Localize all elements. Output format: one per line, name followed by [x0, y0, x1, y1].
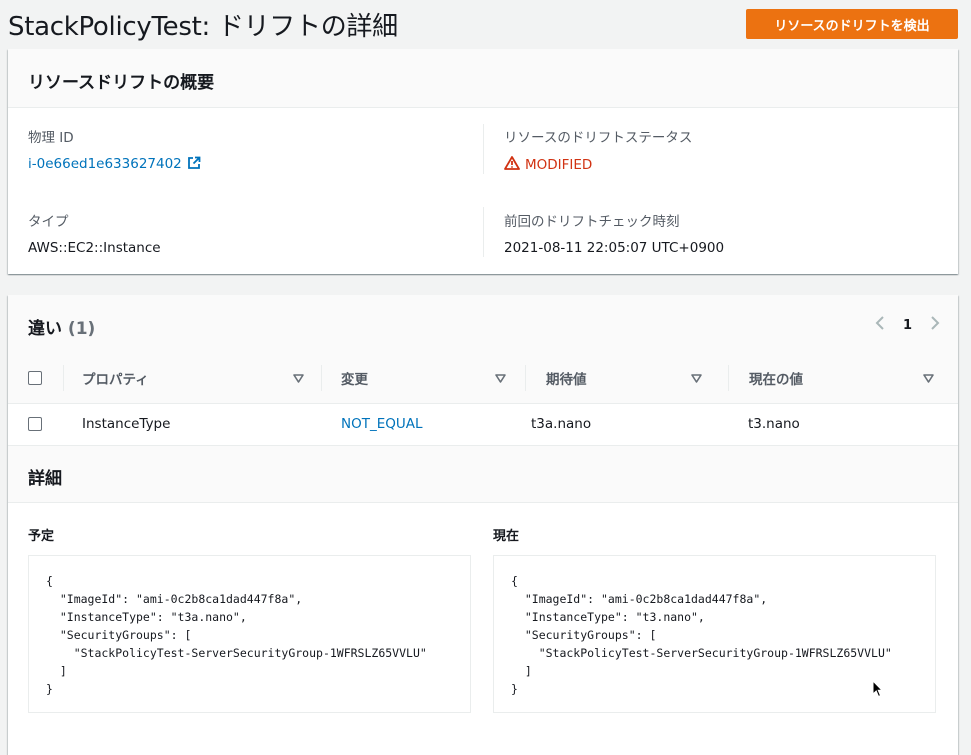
expected-label: 予定 [28, 529, 55, 544]
current-label: 現在 [493, 529, 520, 544]
column-header-change[interactable]: 変更 [341, 353, 516, 403]
select-all-checkbox[interactable] [28, 371, 42, 385]
details-title: 詳細 [28, 469, 62, 489]
type-label: タイプ [28, 214, 69, 230]
column-separator [321, 365, 322, 391]
differences-panel: 違い (1) 1 プロパティ 変更 期待値 現在の値 InstanceType … [8, 295, 958, 755]
last-check-label: 前回のドリフトチェック時刻 [504, 214, 680, 230]
column-header-expected[interactable]: 期待値 [546, 353, 712, 403]
overview-title: リソースドリフトの概要 [28, 73, 215, 93]
drift-status-label: リソースのドリフトステータス [504, 130, 693, 146]
cell-change: NOT_EQUAL [341, 403, 423, 445]
table-row[interactable]: InstanceType NOT_EQUAL t3a.nano t3.nano [8, 403, 958, 445]
differences-header: 違い (1) 1 [8, 295, 958, 354]
page-title: StackPolicyTest: ドリフトの詳細 [8, 12, 398, 42]
resource-drift-overview-panel: リソースドリフトの概要 物理 ID i-0e66ed1e633627402 リソ… [8, 49, 958, 274]
physical-id-link[interactable]: i-0e66ed1e633627402 [28, 156, 182, 172]
drift-status-field: リソースのドリフトステータス MODIFIED [504, 126, 692, 174]
column-separator [728, 365, 729, 391]
differences-title-text: 違い [28, 319, 62, 339]
sort-caret-icon[interactable] [293, 371, 304, 387]
expected-json-block: { "ImageId": "ami-0c2b8ca1dad447f8a", "I… [28, 555, 471, 713]
row-checkbox[interactable] [28, 417, 42, 431]
table-header: プロパティ 変更 期待値 現在の値 [8, 353, 958, 404]
cell-property: InstanceType [82, 416, 171, 432]
page-number[interactable]: 1 [903, 318, 912, 333]
sort-caret-icon[interactable] [691, 371, 702, 387]
drift-status-value: MODIFIED [504, 156, 692, 174]
sort-caret-icon[interactable] [923, 371, 934, 387]
column-header-change-label: 変更 [341, 372, 368, 388]
column-divider [483, 124, 484, 174]
column-divider [483, 207, 484, 257]
column-header-property-label: プロパティ [82, 372, 149, 388]
column-header-expected-label: 期待値 [546, 372, 587, 388]
last-check-value: 2021-08-11 22:05:07 UTC+0900 [504, 240, 725, 256]
chevron-left-icon[interactable] [875, 315, 885, 335]
current-json-block: { "ImageId": "ami-0c2b8ca1dad447f8a", "I… [493, 555, 936, 713]
change-link[interactable]: NOT_EQUAL [341, 416, 423, 432]
differences-title: 違い (1) [28, 314, 95, 339]
column-header-current[interactable]: 現在の値 [749, 353, 944, 403]
pagination: 1 [875, 315, 940, 335]
type-value: AWS::EC2::Instance [28, 240, 161, 256]
row-select-cell [28, 403, 42, 445]
cell-current: t3.nano [748, 416, 800, 432]
column-separator [63, 365, 64, 391]
type-field: タイプ AWS::EC2::Instance [28, 210, 161, 256]
column-header-current-label: 現在の値 [749, 372, 803, 388]
external-link-icon[interactable] [187, 156, 201, 174]
column-separator [525, 365, 526, 391]
cell-expected: t3a.nano [531, 416, 592, 432]
details-header: 詳細 [8, 445, 958, 503]
select-all-cell [28, 353, 58, 403]
differences-count: (1) [67, 319, 96, 339]
physical-id-label: 物理 ID [28, 130, 74, 146]
last-check-field: 前回のドリフトチェック時刻 2021-08-11 22:05:07 UTC+09… [504, 210, 724, 256]
warning-icon [504, 156, 520, 174]
overview-header: リソースドリフトの概要 [8, 49, 958, 108]
mouse-cursor-icon [872, 679, 884, 702]
physical-id-field: 物理 ID i-0e66ed1e633627402 [28, 126, 201, 174]
column-header-property[interactable]: プロパティ [82, 353, 314, 403]
drift-status-text: MODIFIED [525, 157, 593, 173]
chevron-right-icon[interactable] [930, 315, 940, 335]
sort-caret-icon[interactable] [495, 371, 506, 387]
detect-drift-button[interactable]: リソースのドリフトを検出 [746, 9, 958, 39]
